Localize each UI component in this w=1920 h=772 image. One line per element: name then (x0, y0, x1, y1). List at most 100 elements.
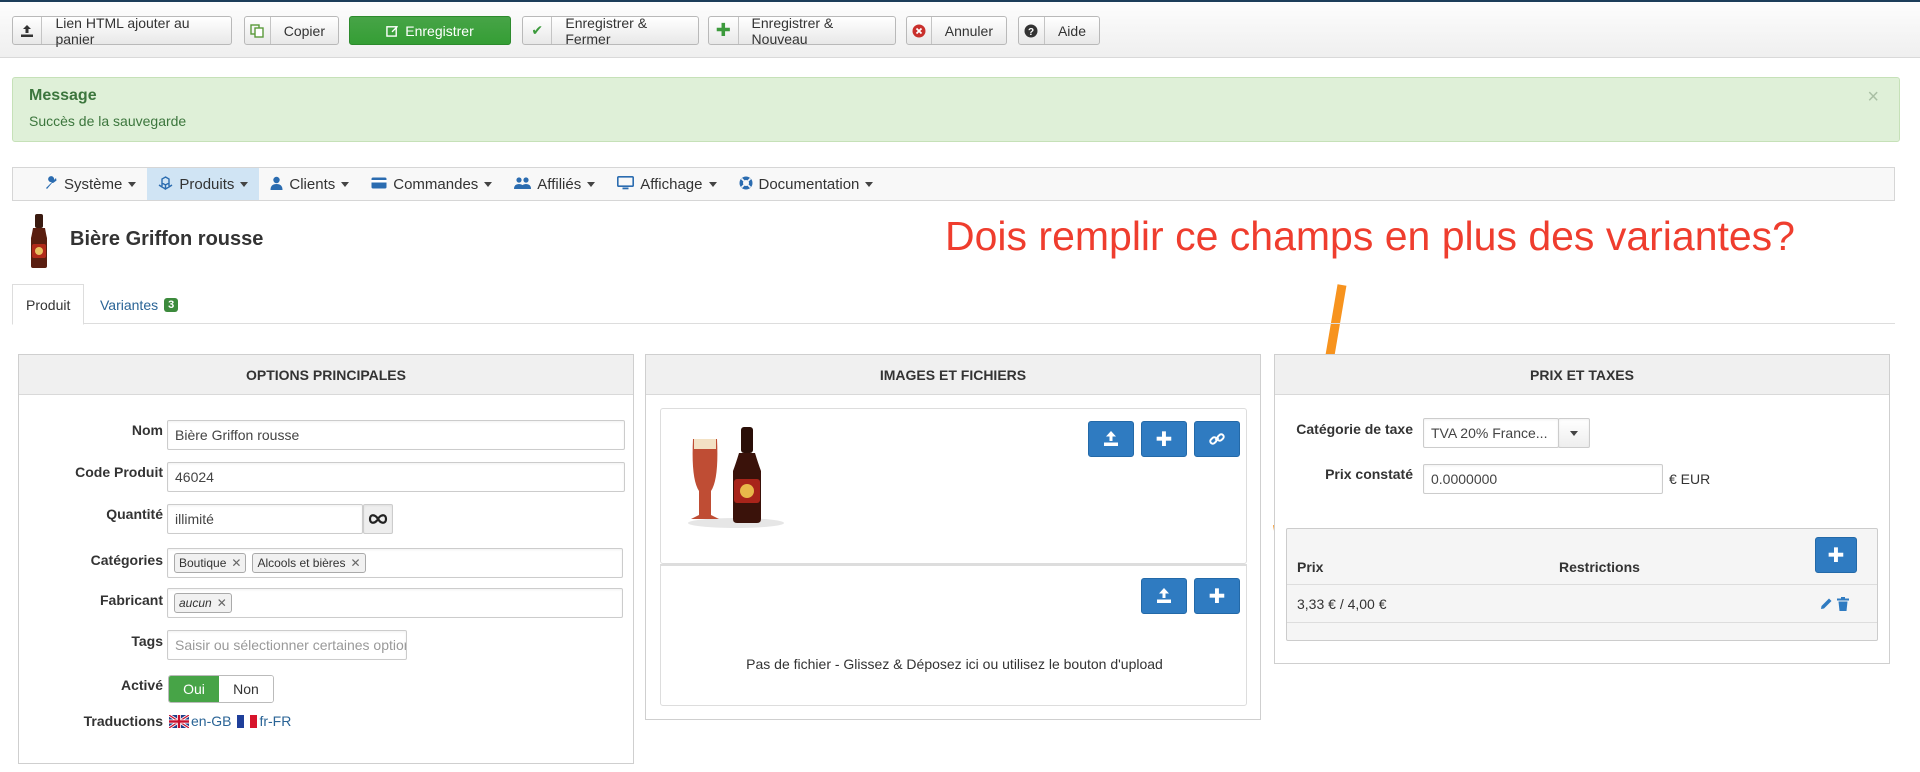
alert-heading: Message (29, 87, 97, 104)
tax-category-dropdown[interactable] (1558, 418, 1590, 448)
product-thumbnail (31, 214, 47, 268)
categories-label: Catégories (90, 552, 163, 568)
currency-label: € EUR (1669, 471, 1711, 487)
file-dropzone[interactable]: ✚ Pas de fichier - Glissez & Déposez ici… (660, 564, 1247, 706)
tab-variantes[interactable]: Variantes 3 (87, 284, 191, 325)
remove-icon[interactable]: ✕ (350, 556, 360, 570)
tax-category-select[interactable]: TVA 20% France... (1423, 418, 1559, 448)
code-produit-input[interactable]: 46024 (167, 462, 625, 492)
save-close-button[interactable]: ✔ Enregistrer & Fermer (522, 15, 699, 47)
prices-table: Prix Restrictions ✚ 3,33 € / 4,00 € (1286, 528, 1878, 641)
html-link-button[interactable]: Lien HTML ajouter au panier (12, 15, 232, 47)
monitor-icon (617, 175, 635, 193)
tags-input[interactable]: Saisir ou sélectionner certaines options (167, 630, 407, 660)
image-dropzone: ✚ (660, 408, 1247, 564)
col-restrictions-header: Restrictions (1559, 559, 1640, 575)
product-tabs: Produit Variantes 3 (12, 284, 1895, 325)
fr-flag-icon (237, 714, 258, 728)
save-button-label: Enregistrer (405, 22, 474, 39)
plus-icon: ✚ (709, 17, 739, 44)
category-chip[interactable]: Boutique ✕ (174, 553, 247, 573)
nom-input[interactable]: Bière Griffon rousse (167, 420, 625, 450)
save-new-button[interactable]: ✚ Enregistrer & Nouveau (708, 15, 896, 47)
prix-constate-input[interactable]: 0.0000000 (1423, 464, 1663, 494)
link-image-button[interactable] (1194, 421, 1240, 457)
variantes-count-badge: 3 (164, 297, 179, 312)
credit-card-icon (371, 176, 387, 192)
cubes-icon (158, 175, 173, 193)
copy-button[interactable]: Copier (244, 16, 339, 45)
check-icon: ✔ (523, 17, 553, 44)
infinity-icon (368, 514, 388, 524)
nav-item-documentation[interactable]: Documentation (728, 168, 885, 200)
active-toggle[interactable]: Oui Non (168, 675, 274, 703)
fabricant-field[interactable]: aucun ✕ (167, 588, 623, 618)
upload-icon (1104, 431, 1118, 446)
nav-item-affichage[interactable]: Affichage (606, 168, 727, 200)
table-row: 3,33 € / 4,00 € (1287, 585, 1877, 623)
nav-item-produits[interactable]: Produits (147, 168, 260, 200)
images-panel: IMAGES ET FICHIERS ✚ ✚ Pas de fichier - … (645, 354, 1261, 720)
wrench-icon (44, 175, 58, 193)
nav-item-clients[interactable]: Clients (259, 168, 360, 200)
link-icon (1209, 433, 1225, 445)
upload-icon (13, 17, 43, 44)
nav-item-systeme[interactable]: Système (33, 168, 147, 200)
prix-panel-header: PRIX ET TAXES (1275, 355, 1889, 395)
categories-field[interactable]: Boutique ✕ Alcools et bières ✕ (167, 548, 623, 578)
traductions-label: Traductions (83, 713, 163, 729)
options-panel: OPTIONS PRINCIPALES Nom Bière Griffon ro… (18, 354, 634, 764)
uk-flag-icon (169, 714, 189, 728)
active-yes-option[interactable]: Oui (169, 676, 219, 702)
remove-icon[interactable]: ✕ (231, 556, 241, 570)
translations: en-GB fr-FR (169, 713, 297, 729)
nav-item-affilies[interactable]: Affiliés (503, 168, 606, 200)
plus-icon: ✚ (1827, 544, 1845, 567)
add-price-button[interactable]: ✚ (1815, 537, 1857, 573)
user-icon (270, 176, 283, 193)
copy-icon (245, 17, 271, 44)
page-title: Bière Griffon rousse (70, 228, 264, 250)
users-icon (514, 176, 532, 193)
prix-constate-label: Prix constaté (1325, 466, 1413, 482)
add-image-button[interactable]: ✚ (1141, 421, 1187, 457)
tab-produit[interactable]: Produit (12, 284, 85, 325)
infinity-button[interactable] (363, 504, 393, 534)
active-label: Activé (120, 677, 163, 693)
quantite-input[interactable]: illimité (167, 504, 363, 534)
no-file-text: Pas de fichier - Glissez & Déposez ici o… (746, 656, 1163, 672)
edit-icon (386, 25, 399, 37)
active-no-option[interactable]: Non (219, 676, 273, 702)
chevron-down-icon (1570, 430, 1578, 436)
code-produit-label: Code Produit (75, 464, 163, 480)
prix-panel: PRIX ET TAXES Catégorie de taxe TVA 20% … (1274, 354, 1890, 664)
cancel-icon (907, 17, 932, 44)
add-file-button[interactable]: ✚ (1194, 578, 1240, 614)
translation-en-link[interactable]: en-GB (169, 713, 231, 729)
help-icon: ? (1019, 17, 1045, 44)
plus-icon: ✚ (1208, 585, 1226, 608)
cancel-button[interactable]: Annuler (906, 16, 1007, 45)
trash-icon[interactable] (1837, 597, 1849, 611)
upload-file-button[interactable] (1141, 578, 1187, 614)
upload-image-button[interactable] (1088, 421, 1134, 457)
help-button[interactable]: ? Aide (1018, 16, 1100, 45)
translation-fr-link[interactable]: fr-FR (237, 713, 291, 729)
product-image (688, 427, 784, 528)
nav-item-commandes[interactable]: Commandes (360, 168, 503, 200)
fabricant-label: Fabricant (99, 592, 163, 608)
tax-category-label: Catégorie de taxe (1296, 421, 1413, 437)
quantite-label: Quantité (106, 506, 163, 522)
close-icon[interactable]: × (1867, 86, 1879, 109)
annotation-text: Dois remplir ce champs en plus des varia… (945, 213, 1795, 259)
fabricant-chip[interactable]: aucun ✕ (174, 593, 232, 613)
images-panel-header: IMAGES ET FICHIERS (646, 355, 1260, 395)
category-chip[interactable]: Alcools et bières ✕ (252, 553, 366, 573)
main-nav: Système Produits Clients Commandes Affil… (12, 167, 1895, 201)
nom-label: Nom (131, 422, 163, 438)
svg-text:?: ? (1028, 27, 1034, 38)
remove-icon[interactable]: ✕ (217, 596, 227, 610)
save-button[interactable]: Enregistrer (349, 16, 511, 45)
edit-icon[interactable] (1819, 597, 1833, 611)
lifebuoy-icon (739, 176, 753, 193)
